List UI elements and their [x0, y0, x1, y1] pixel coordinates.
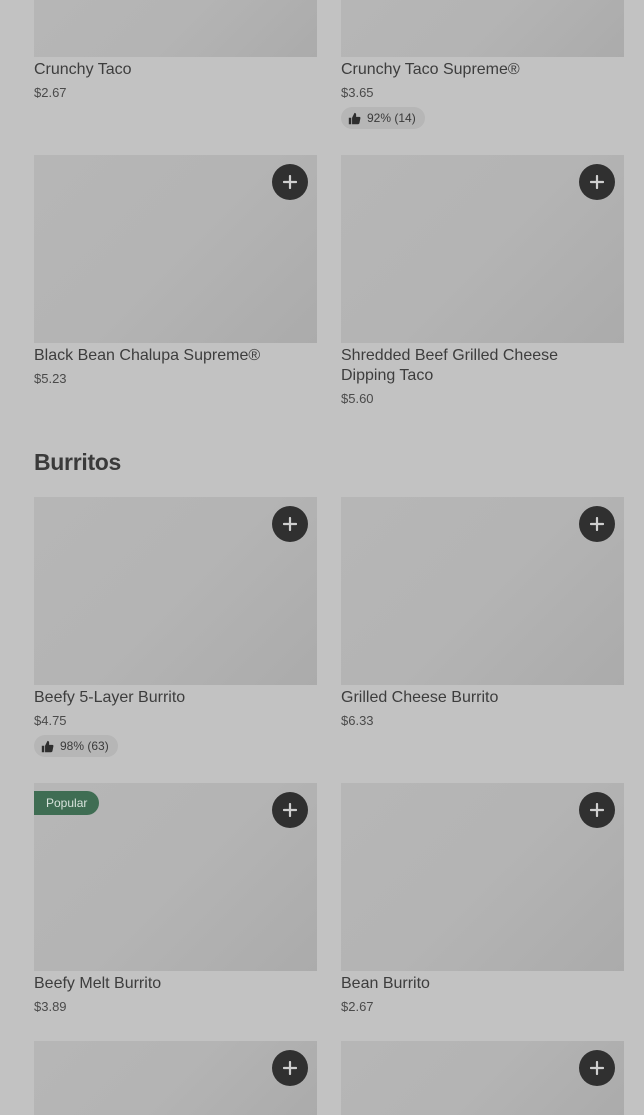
plus-icon	[590, 803, 604, 817]
item-price: $6.33	[341, 713, 374, 728]
rating-text: 92% (14)	[367, 111, 416, 125]
rating-text: 98% (63)	[60, 739, 109, 753]
rating-pill: 92% (14)	[341, 107, 425, 129]
item-image[interactable]	[341, 0, 624, 57]
popular-badge: Popular	[34, 791, 100, 815]
plus-icon	[283, 1061, 297, 1075]
thumbs-up-icon	[41, 740, 54, 752]
add-to-cart-button[interactable]	[272, 506, 308, 542]
add-to-cart-button[interactable]	[272, 792, 308, 828]
plus-icon	[283, 803, 297, 817]
item-name: Crunchy Taco Supreme®	[341, 61, 520, 78]
thumbs-up-icon	[348, 112, 361, 124]
item-name: Grilled Cheese Burrito	[341, 689, 499, 706]
item-name: Beefy 5-Layer Burrito	[34, 689, 186, 706]
item-price: $4.75	[34, 713, 67, 728]
item-price: $3.65	[341, 85, 374, 100]
item-price: $3.89	[34, 999, 67, 1014]
add-to-cart-button[interactable]	[272, 1050, 308, 1086]
item-name: Black Bean Chalupa Supreme®	[34, 347, 261, 364]
menu-page: Crunchy Taco $2.67 Crunchy Taco Supreme®…	[0, 0, 644, 1115]
plus-icon	[590, 175, 604, 189]
item-price: $5.23	[34, 371, 67, 386]
add-to-cart-button[interactable]	[579, 164, 615, 200]
add-to-cart-button[interactable]	[272, 164, 308, 200]
plus-icon	[590, 1061, 604, 1075]
item-price: $2.67	[341, 999, 374, 1014]
add-to-cart-button[interactable]	[579, 506, 615, 542]
item-price: $5.60	[341, 391, 374, 406]
item-image[interactable]	[34, 0, 317, 57]
item-name: Bean Burrito	[341, 975, 430, 992]
plus-icon	[283, 517, 297, 531]
plus-icon	[590, 517, 604, 531]
item-name: Crunchy Taco	[34, 61, 132, 78]
plus-icon	[283, 175, 297, 189]
item-price: $2.67	[34, 85, 67, 100]
add-to-cart-button[interactable]	[579, 792, 615, 828]
rating-pill: 98% (63)	[34, 735, 118, 757]
add-to-cart-button[interactable]	[579, 1050, 615, 1086]
item-name: Beefy Melt Burrito	[34, 975, 162, 992]
item-name: Shredded Beef Grilled Cheese Dipping Tac…	[341, 347, 559, 384]
section-title-burritos: Burritos	[34, 449, 122, 475]
